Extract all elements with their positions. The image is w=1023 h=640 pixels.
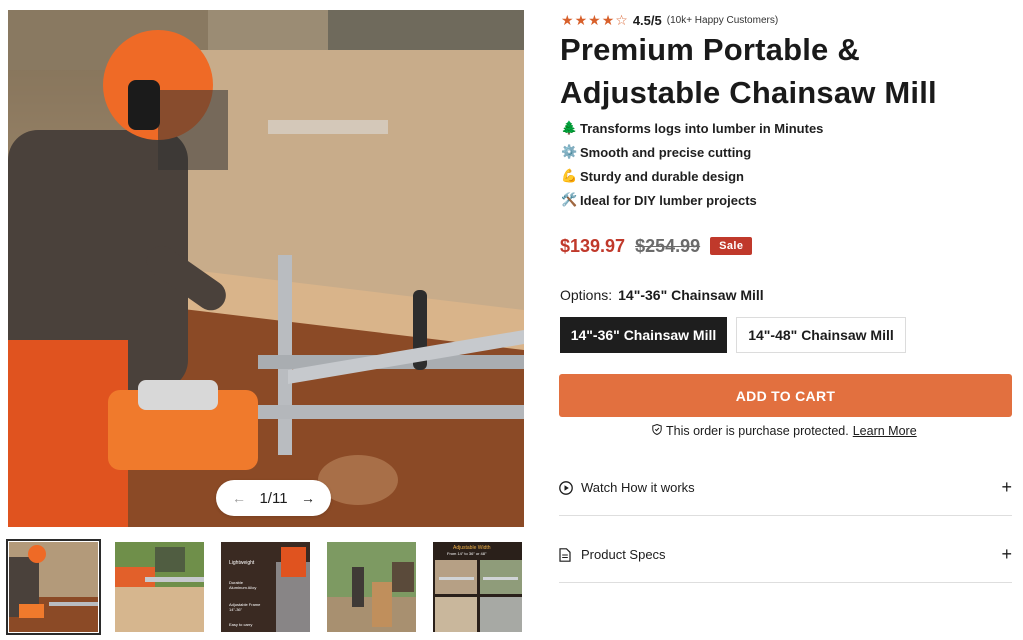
shield-icon	[652, 423, 662, 438]
add-to-cart-button[interactable]: ADD TO CART	[559, 374, 1012, 417]
star-icon: ★	[601, 12, 615, 28]
rating-score: 4.5/5	[632, 12, 662, 28]
accordion-label: Product Specs	[581, 547, 666, 562]
purchase-protection: This order is purchase protected. Learn …	[652, 423, 917, 438]
thumbnail-2[interactable]	[114, 541, 205, 633]
selected-option: 14"-36" Chainsaw Mill	[618, 287, 764, 303]
feature-text: Sturdy and durable design	[580, 168, 744, 184]
feature-text: Smooth and precise cutting	[580, 144, 752, 160]
main-product-image[interactable]: ← 1/11 →	[8, 10, 524, 527]
variant-14-48-button[interactable]: 14"-48" Chainsaw Mill	[736, 317, 906, 353]
feature-item: ⚙️ Smooth and precise cutting	[561, 140, 823, 164]
accordion-header: Product Specs	[559, 547, 666, 562]
chainsaw-mill-photo	[8, 10, 524, 527]
thumbnail-4[interactable]	[326, 541, 417, 633]
options-label: Options: 14"-36" Chainsaw Mill	[560, 287, 764, 303]
play-circle-icon	[559, 480, 581, 495]
accordion-label: Watch How it works	[581, 480, 695, 495]
rating-note: (10k+ Happy Customers)	[666, 14, 779, 26]
thumbnail-1[interactable]	[6, 539, 101, 635]
svg-text:Lightweight: Lightweight	[229, 560, 255, 566]
feature-item: 🌲 Transforms logs into lumber in Minutes	[561, 116, 823, 140]
plus-icon: +	[1001, 477, 1012, 497]
star-icon: ★	[561, 12, 574, 28]
feature-item: 🛠️ Ideal for DIY lumber projects	[561, 188, 823, 212]
flexed-arm-icon: 💪	[561, 168, 578, 183]
next-arrow-icon[interactable]: →	[301, 490, 315, 506]
feature-text: Ideal for DIY lumber projects	[580, 192, 757, 208]
tools-icon: 🛠️	[561, 192, 578, 207]
half-star-icon: ☆	[615, 12, 628, 28]
svg-text:Aluminum Alloy: Aluminum Alloy	[229, 585, 256, 590]
thumbnail-strip: Lightweight Durable Aluminum Alloy Adjus…	[6, 539, 524, 635]
accordion-header: Watch How it works	[559, 480, 695, 495]
variant-label: 14"-48" Chainsaw Mill	[748, 327, 894, 343]
star-rating: ★ ★ ★ ★ ☆	[561, 13, 628, 27]
image-pager: ← 1/11 →	[216, 480, 331, 516]
tree-icon: 🌲	[561, 120, 578, 135]
star-icon: ★	[574, 12, 588, 28]
rating-row: ★ ★ ★ ★ ☆ 4.5/5 (10k+ Happy Customers)	[561, 12, 778, 28]
gear-icon: ⚙️	[561, 144, 578, 159]
feature-text: Transforms logs into lumber in Minutes	[580, 120, 824, 136]
compare-price: $254.99	[635, 235, 701, 256]
thumbnail-5[interactable]: Adjustable Width From 14" to 36" or 48"	[432, 541, 523, 633]
accordion-product-specs[interactable]: Product Specs +	[559, 527, 1012, 583]
options-heading: Options:	[560, 287, 613, 303]
feature-item: 💪 Sturdy and durable design	[561, 164, 823, 188]
variant-14-36-button[interactable]: 14"-36" Chainsaw Mill	[560, 317, 727, 353]
svg-text:From 14" to 36" or 48": From 14" to 36" or 48"	[447, 551, 487, 556]
svg-text:Easy to carry: Easy to carry	[229, 622, 252, 627]
price-row: $139.97 $254.99 Sale	[560, 235, 753, 257]
protect-text: This order is purchase protected.	[666, 424, 849, 438]
sale-price: $139.97	[560, 235, 626, 256]
learn-more-link[interactable]: Learn More	[853, 424, 917, 438]
sale-badge: Sale	[710, 237, 753, 255]
accordion-watch-how-it-works[interactable]: Watch How it works +	[559, 460, 1012, 516]
image-counter: 1/11	[259, 489, 288, 507]
feature-list: 🌲 Transforms logs into lumber in Minutes…	[561, 116, 823, 212]
variant-label: 14"-36" Chainsaw Mill	[570, 327, 717, 343]
plus-icon: +	[1001, 544, 1012, 564]
prev-arrow-icon[interactable]: ←	[232, 490, 246, 506]
star-icon: ★	[588, 12, 601, 28]
thumbnail-3[interactable]: Lightweight Durable Aluminum Alloy Adjus…	[220, 541, 311, 633]
product-title: Premium Portable & Adjustable Chainsaw M…	[560, 32, 937, 110]
document-icon	[559, 547, 581, 562]
svg-text:14"-36": 14"-36"	[229, 607, 243, 612]
